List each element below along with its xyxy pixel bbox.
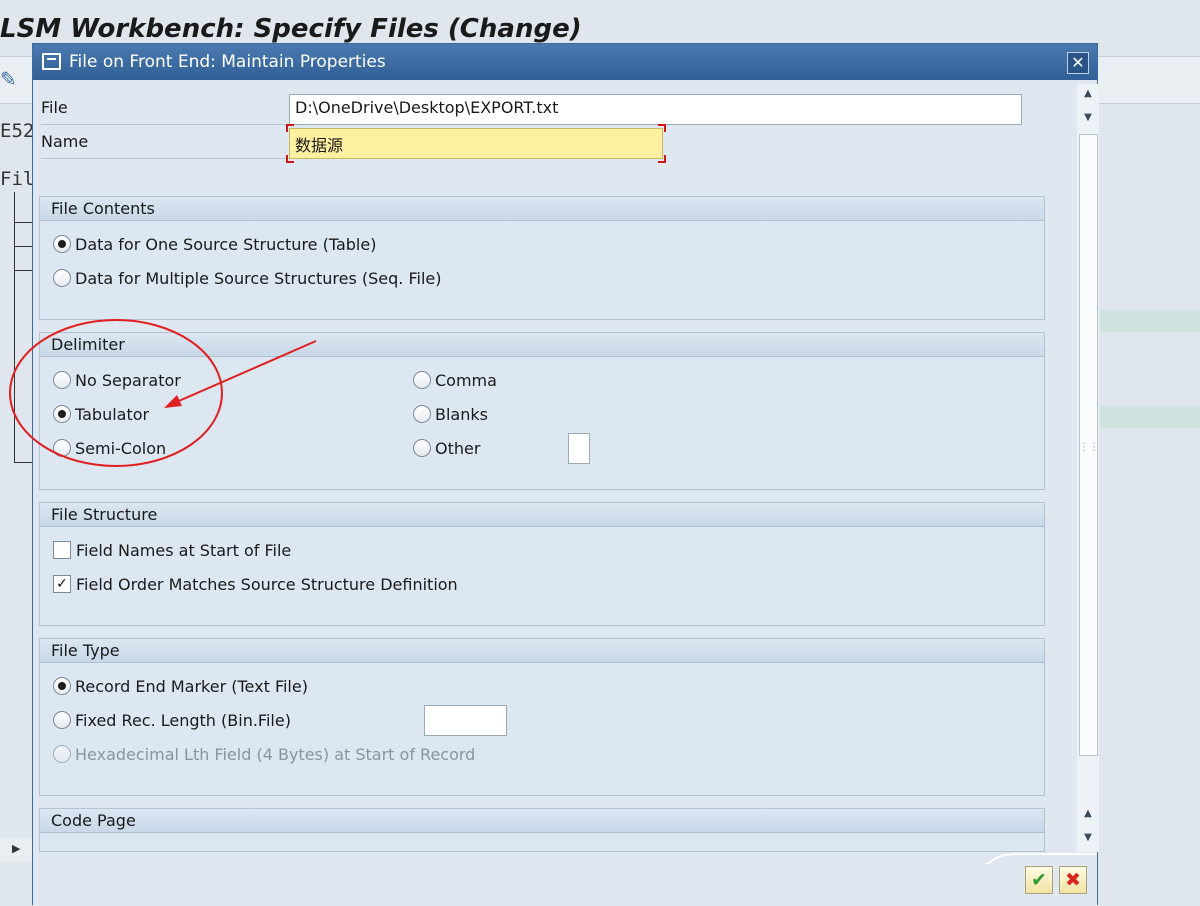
annotation-arrowhead (164, 395, 182, 408)
annotation-overlay (9, 319, 317, 467)
annotation-arrow (171, 340, 317, 405)
annotation-circle (9, 319, 223, 467)
